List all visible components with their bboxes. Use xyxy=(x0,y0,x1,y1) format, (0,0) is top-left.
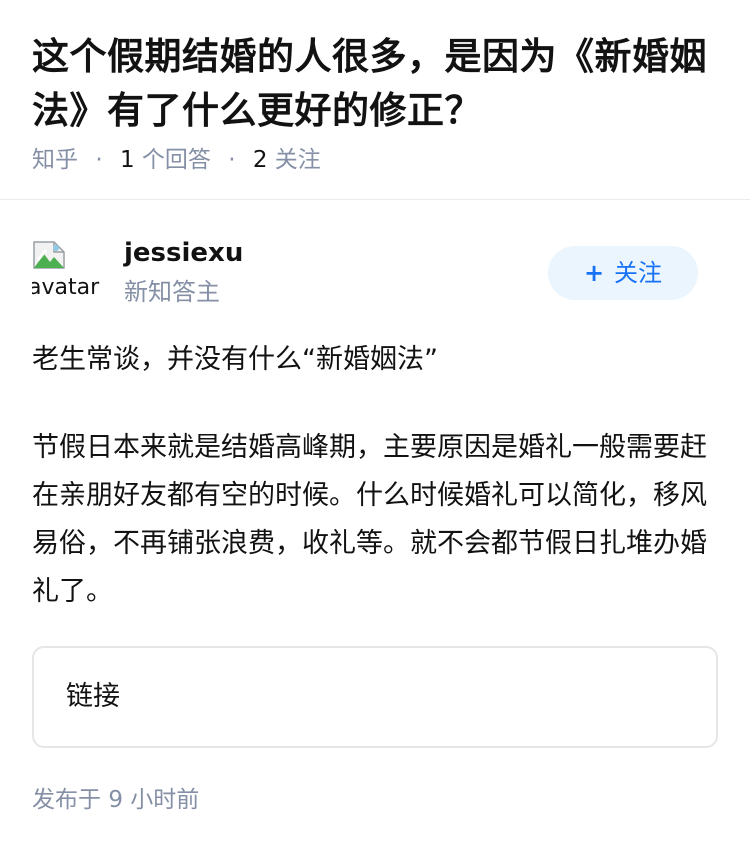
plus-icon: + xyxy=(583,259,605,287)
answer-content: 老生常谈，并没有什么“新婚姻法” 节假日本来就是结婚高峰期，主要原因是婚礼一般需… xyxy=(32,336,712,656)
publish-time-value: 9 小时前 xyxy=(108,787,200,813)
avatar-alt-text: avatar xyxy=(32,275,100,300)
publish-prefix: 发布于 xyxy=(32,787,101,813)
author-row: avatar jessiexu 新知答主 + 关注 xyxy=(0,200,750,320)
question-meta: 知乎 · 1 个回答 · 2 关注 xyxy=(32,144,321,176)
follow-count: 2 xyxy=(252,147,268,173)
broken-image-icon xyxy=(33,241,65,269)
link-card[interactable]: 链接 xyxy=(32,646,718,748)
answer-paragraph: 节假日本来就是结婚高峰期，主要原因是婚礼一般需要赶在亲朋好友都有空的时候。什么时… xyxy=(32,432,707,607)
follow-button[interactable]: + 关注 xyxy=(548,246,698,300)
answer-paragraph: 老生常谈，并没有什么“新婚姻法” xyxy=(32,344,438,375)
follow-button-label: 关注 xyxy=(614,259,663,287)
answer-count: 1 xyxy=(119,147,135,173)
avatar[interactable]: avatar xyxy=(32,238,100,306)
follow-count-link[interactable]: 2 关注 xyxy=(253,147,321,173)
source-label[interactable]: 知乎 xyxy=(32,147,78,173)
meta-separator: · xyxy=(95,147,103,173)
question-header: 这个假期结婚的人很多，是因为《新婚姻法》有了什么更好的修正？ 知乎 · 1 个回… xyxy=(0,0,750,200)
meta-separator: · xyxy=(228,147,236,173)
follow-count-label: 关注 xyxy=(274,147,321,173)
answer-count-link[interactable]: 1 个回答 xyxy=(120,147,211,173)
author-badge: 新知答主 xyxy=(124,278,220,306)
answer-count-label: 个回答 xyxy=(141,147,211,173)
publish-time: 发布于 9 小时前 xyxy=(32,784,199,816)
question-title[interactable]: 这个假期结婚的人很多，是因为《新婚姻法》有了什么更好的修正？ xyxy=(32,30,718,138)
author-name[interactable]: jessiexu xyxy=(124,236,243,270)
